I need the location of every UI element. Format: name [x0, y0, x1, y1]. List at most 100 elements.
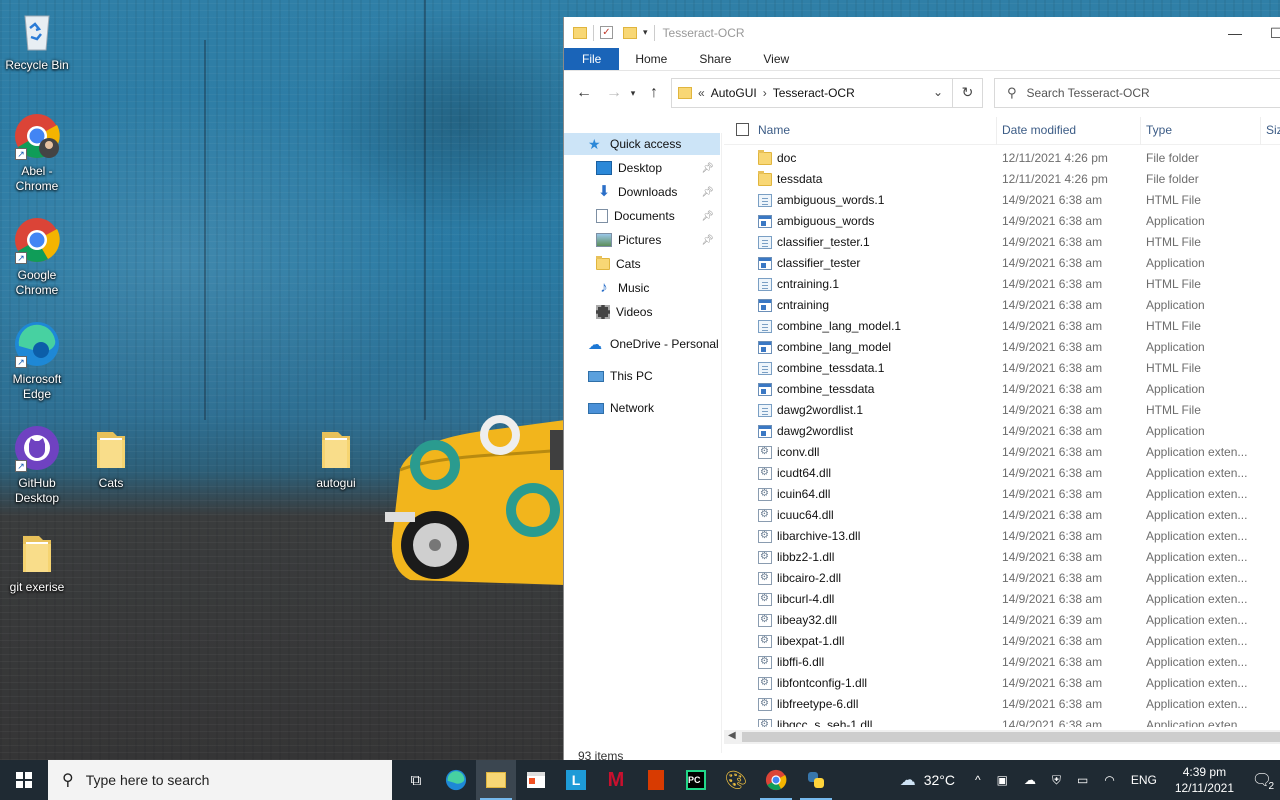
- weather-icon[interactable]: ☁: [900, 770, 916, 790]
- file-row[interactable]: libfreetype-6.dll 14/9/2021 6:38 am Applic…: [724, 694, 1280, 715]
- file-explorer-icon[interactable]: [476, 760, 516, 800]
- scrollbar-thumb[interactable]: [742, 732, 1280, 742]
- l-app-icon[interactable]: L: [556, 760, 596, 800]
- horizontal-scrollbar[interactable]: ◀: [724, 730, 1280, 744]
- nav-this-pc[interactable]: This PC: [564, 365, 720, 387]
- column-type[interactable]: Type: [1146, 123, 1172, 137]
- battery-icon[interactable]: ▭: [1077, 773, 1088, 787]
- scroll-left-icon[interactable]: ◀: [728, 730, 736, 741]
- taskbar-search-box[interactable]: ⚲ Type here to search: [48, 760, 392, 800]
- file-row[interactable]: ambiguous_words.1 14/9/2021 6:38 am HTML F…: [724, 190, 1280, 211]
- breadcrumb-chevron-icon[interactable]: ›: [763, 86, 767, 100]
- onedrive-cloud-icon[interactable]: ☁: [1024, 773, 1036, 787]
- task-view-icon[interactable]: ⧉: [396, 760, 436, 800]
- recent-locations-chevron-icon[interactable]: ▾: [626, 88, 640, 99]
- nav-documents[interactable]: Documents 📌︎: [564, 205, 720, 227]
- file-row[interactable]: dawg2wordlist 14/9/2021 6:38 am Applicatio…: [724, 421, 1280, 442]
- nav-network[interactable]: Network: [564, 397, 720, 419]
- clock[interactable]: 4:39 pm 12/11/2021: [1175, 764, 1234, 796]
- file-row[interactable]: icuin64.dll 14/9/2021 6:38 am Application …: [724, 484, 1280, 505]
- file-row[interactable]: combine_tessdata.1 14/9/2021 6:38 am HTML …: [724, 358, 1280, 379]
- store-icon[interactable]: [516, 760, 556, 800]
- meet-now-icon[interactable]: ▣: [997, 773, 1008, 787]
- nav-music[interactable]: ♪ Music: [564, 277, 720, 299]
- language-indicator[interactable]: ENG: [1131, 773, 1157, 787]
- nav-onedrive[interactable]: ☁ OneDrive - Personal: [564, 333, 720, 355]
- nav-cats[interactable]: Cats: [564, 253, 720, 275]
- weather-temperature[interactable]: 32°C: [924, 772, 955, 788]
- file-row[interactable]: libbz2-1.dll 14/9/2021 6:38 am Application…: [724, 547, 1280, 568]
- up-arrow-icon[interactable]: ↑: [642, 84, 666, 102]
- microsoft-edge-desktop-icon[interactable]: ↗ Microsoft Edge: [0, 320, 74, 402]
- tab-home[interactable]: Home: [619, 48, 683, 70]
- file-row[interactable]: doc 12/11/2021 4:26 pm File folder: [724, 148, 1280, 169]
- edge-icon[interactable]: [436, 760, 476, 800]
- nav-quick-access[interactable]: ★ Quick access: [564, 133, 720, 155]
- file-row[interactable]: combine_tessdata 14/9/2021 6:38 am Applica…: [724, 379, 1280, 400]
- pycharm-icon[interactable]: PC: [676, 760, 716, 800]
- file-row[interactable]: tessdata 12/11/2021 4:26 pm File folder: [724, 169, 1280, 190]
- file-row[interactable]: classifier_tester.1 14/9/2021 6:38 am HTML…: [724, 232, 1280, 253]
- title-bar[interactable]: ✓ ▾ Tesseract-OCR — ☐: [564, 17, 1280, 48]
- file-row[interactable]: libexpat-1.dll 14/9/2021 6:38 am Applicati…: [724, 631, 1280, 652]
- notification-center-icon[interactable]: 🗨︎ 2: [1244, 770, 1280, 792]
- breadcrumb-tesseract-ocr[interactable]: Tesseract-OCR: [773, 86, 855, 100]
- file-row[interactable]: combine_lang_model.1 14/9/2021 6:38 am HTM…: [724, 316, 1280, 337]
- file-row[interactable]: ambiguous_words 14/9/2021 6:38 am Applicat…: [724, 211, 1280, 232]
- file-row[interactable]: dawg2wordlist.1 14/9/2021 6:38 am HTML Fil…: [724, 400, 1280, 421]
- cats-folder-desktop-icon[interactable]: Cats: [74, 424, 148, 491]
- customize-toolbar-icon[interactable]: ▾: [643, 27, 648, 38]
- file-row[interactable]: libcurl-4.dll 14/9/2021 6:38 am Applicatio…: [724, 589, 1280, 610]
- git-exerise-folder-desktop-icon[interactable]: git exerise: [0, 528, 74, 595]
- breadcrumb-autogui[interactable]: AutoGUI: [711, 86, 757, 100]
- file-row[interactable]: libfontconfig-1.dll 14/9/2021 6:38 am Appl…: [724, 673, 1280, 694]
- security-icon[interactable]: ⛨: [1052, 773, 1061, 788]
- office-icon[interactable]: [636, 760, 676, 800]
- tab-share[interactable]: Share: [683, 48, 747, 70]
- back-arrow-icon[interactable]: ←: [572, 84, 596, 102]
- file-row[interactable]: combine_lang_model 14/9/2021 6:38 am Appli…: [724, 337, 1280, 358]
- python-icon[interactable]: [796, 760, 836, 800]
- maximize-icon[interactable]: ☐: [1270, 25, 1280, 42]
- show-hidden-icons-chevron-icon[interactable]: ^: [975, 773, 981, 787]
- mcafee-icon[interactable]: M: [596, 760, 636, 800]
- tab-file[interactable]: File: [564, 48, 620, 70]
- minimize-icon[interactable]: —: [1228, 25, 1242, 41]
- chrome-icon[interactable]: [756, 760, 796, 800]
- autogui-folder-desktop-icon[interactable]: autogui: [299, 424, 373, 491]
- file-row[interactable]: libeay32.dll 14/9/2021 6:39 am Application…: [724, 610, 1280, 631]
- tab-view[interactable]: View: [747, 48, 805, 70]
- breadcrumb-overflow[interactable]: «: [698, 86, 705, 100]
- recycle-bin-desktop-icon[interactable]: Recycle Bin: [0, 6, 74, 73]
- nav-desktop[interactable]: Desktop 📌︎: [564, 157, 720, 179]
- nav-downloads[interactable]: ⬇ Downloads 📌︎: [564, 181, 720, 203]
- refresh-icon[interactable]: ↻: [952, 78, 982, 108]
- new-folder-icon[interactable]: [623, 26, 637, 39]
- address-dropdown-icon[interactable]: ⌄: [926, 78, 950, 108]
- google-chrome-desktop-icon[interactable]: ↗ Google Chrome: [0, 216, 74, 298]
- github-desktop-desktop-icon[interactable]: ↗ GitHub Desktop: [0, 424, 74, 506]
- nav-pictures[interactable]: Pictures 📌︎: [564, 229, 720, 251]
- file-row[interactable]: cntraining 14/9/2021 6:38 am Application: [724, 295, 1280, 316]
- file-row[interactable]: libffi-6.dll 14/9/2021 6:38 am Application…: [724, 652, 1280, 673]
- column-date-modified[interactable]: Date modified: [1002, 123, 1076, 137]
- file-row[interactable]: classifier_tester 14/9/2021 6:38 am Applic…: [724, 253, 1280, 274]
- abel-chrome-desktop-icon[interactable]: ↗ Abel - Chrome: [0, 112, 74, 194]
- file-row[interactable]: cntraining.1 14/9/2021 6:38 am HTML File: [724, 274, 1280, 295]
- wifi-icon[interactable]: ◠: [1104, 773, 1114, 787]
- file-row[interactable]: libgcc_s_seh-1.dll 14/9/2021 6:38 am Appli…: [724, 715, 1280, 727]
- column-size[interactable]: Siz: [1266, 123, 1280, 137]
- forward-arrow-icon[interactable]: →: [602, 84, 626, 102]
- select-all-checkbox[interactable]: [736, 123, 749, 136]
- search-input[interactable]: ⚲ Search Tesseract-OCR: [994, 78, 1280, 108]
- file-row[interactable]: libarchive-13.dll 14/9/2021 6:38 am Applic…: [724, 526, 1280, 547]
- start-button[interactable]: [0, 760, 48, 800]
- file-row[interactable]: libcairo-2.dll 14/9/2021 6:38 am Applicati…: [724, 568, 1280, 589]
- column-name[interactable]: Name: [758, 123, 790, 137]
- nav-videos[interactable]: Videos: [564, 301, 720, 323]
- file-row[interactable]: icuuc64.dll 14/9/2021 6:38 am Application …: [724, 505, 1280, 526]
- file-row[interactable]: icudt64.dll 14/9/2021 6:38 am Application …: [724, 463, 1280, 484]
- paint-icon[interactable]: 🎨︎: [716, 760, 756, 800]
- properties-icon[interactable]: ✓: [600, 26, 613, 39]
- file-row[interactable]: iconv.dll 14/9/2021 6:38 am Application ex…: [724, 442, 1280, 463]
